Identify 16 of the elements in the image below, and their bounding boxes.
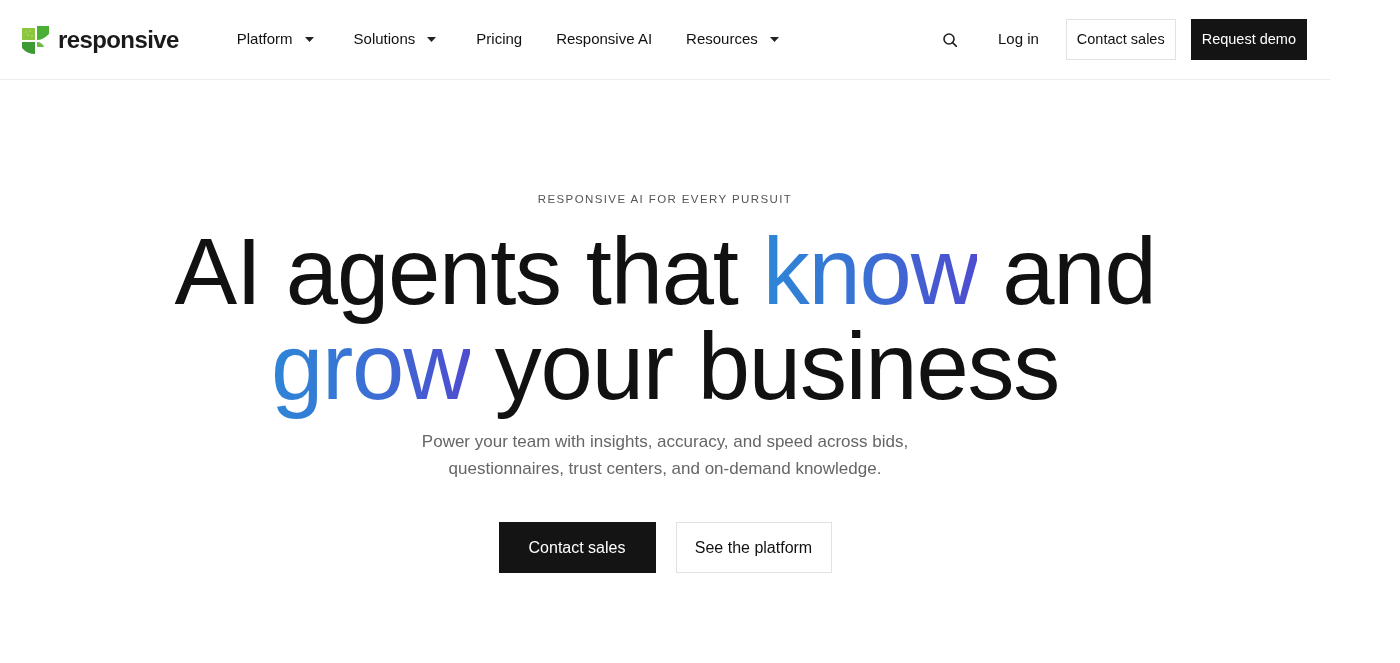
nav-link[interactable]: Platform xyxy=(236,28,314,51)
contact-sales-button[interactable]: Contact sales xyxy=(498,522,656,574)
eyebrow-text: RESPONSIVE AI FOR EVERY PURSUIT xyxy=(536,192,794,207)
logo-icon xyxy=(22,25,50,54)
nav-link[interactable]: Responsive AI xyxy=(556,28,653,51)
hero-subtitle: Power your team with insights, accuracy, and speed across bids, questionnaires, trust centers, and on-demand knowledge. xyxy=(420,431,910,481)
contact-sales-button[interactable]: Contact sales xyxy=(1065,19,1176,60)
request-demo-button[interactable]: Request demo xyxy=(1190,19,1307,60)
nav-link[interactable]: Pricing xyxy=(476,28,523,51)
nav-link[interactable]: Resources xyxy=(686,28,779,51)
login-link[interactable]: Log in xyxy=(997,28,1039,51)
nav-link[interactable]: Solutions xyxy=(353,28,437,51)
search-icon xyxy=(942,32,957,47)
search-button[interactable] xyxy=(942,32,957,47)
see-platform-button[interactable]: See the platform xyxy=(675,522,832,574)
logo-text[interactable]: responsive xyxy=(58,27,179,52)
